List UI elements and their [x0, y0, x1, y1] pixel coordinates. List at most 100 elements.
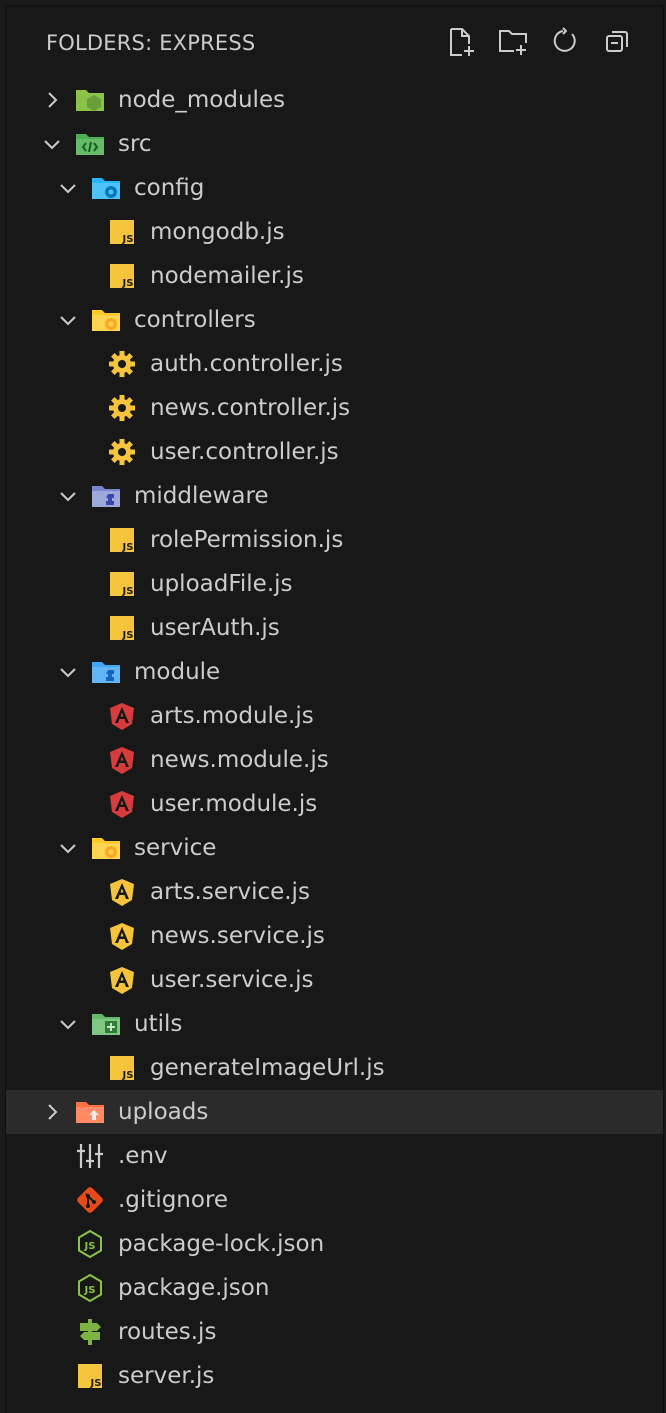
explorer-header: FOLDERS: EXPRESS: [6, 6, 663, 82]
tree-item-label: rolePermission.js: [150, 527, 344, 553]
tree-folder-row[interactable]: service: [6, 826, 663, 870]
tree-item-label: controllers: [134, 307, 256, 333]
tree-file-row[interactable]: .gitignore: [6, 1178, 663, 1222]
file-explorer: FOLDERS: EXPRESS node_modules src config…: [6, 6, 663, 1413]
tree-item-label: .env: [118, 1143, 168, 1169]
tree-file-row[interactable]: JS package-lock.json: [6, 1222, 663, 1266]
chevron-down-icon[interactable]: [58, 310, 78, 330]
chevron-right-icon[interactable]: [42, 90, 62, 110]
tree-file-row[interactable]: user.service.js: [6, 958, 663, 1002]
tree-item-label: package-lock.json: [118, 1231, 325, 1257]
tree-item-label: arts.module.js: [150, 703, 314, 729]
angular-module-icon: [106, 788, 138, 820]
npm-package-icon: JS: [74, 1272, 106, 1304]
tree-item-label: news.service.js: [150, 923, 325, 949]
tree-item-label: nodemailer.js: [150, 263, 304, 289]
tree-file-row[interactable]: JS uploadFile.js: [6, 562, 663, 606]
tree-item-label: uploads: [118, 1099, 209, 1125]
new-folder-icon[interactable]: [497, 26, 529, 58]
routes-icon: [74, 1316, 106, 1348]
js-icon: JS: [106, 612, 138, 644]
config-folder-icon: [90, 172, 122, 204]
tree-folder-row[interactable]: node_modules: [6, 78, 663, 122]
tree-file-row[interactable]: news.service.js: [6, 914, 663, 958]
chevron-down-icon[interactable]: [42, 134, 62, 154]
collapse-all-icon[interactable]: [601, 26, 633, 58]
tree-file-row[interactable]: auth.controller.js: [6, 342, 663, 386]
svg-text:JS: JS: [122, 542, 134, 553]
tree-item-label: package.json: [118, 1275, 270, 1301]
service-folder-icon: [90, 832, 122, 864]
tree-folder-row[interactable]: controllers: [6, 298, 663, 342]
module-folder-icon: [90, 656, 122, 688]
tree-folder-row[interactable]: utils: [6, 1002, 663, 1046]
tree-folder-row[interactable]: middleware: [6, 474, 663, 518]
tree-file-row[interactable]: JS userAuth.js: [6, 606, 663, 650]
gear-icon: [106, 348, 138, 380]
tree-item-label: server.js: [118, 1363, 215, 1389]
tree-item-label: middleware: [134, 483, 269, 509]
tree-item-label: news.module.js: [150, 747, 329, 773]
file-tree: node_modules src config JS mongodb.js JS nodem…: [6, 78, 663, 1398]
chevron-down-icon[interactable]: [58, 662, 78, 682]
tree-item-label: generateImageUrl.js: [150, 1055, 385, 1081]
js-icon: JS: [106, 1052, 138, 1084]
tree-item-label: arts.service.js: [150, 879, 310, 905]
angular-service-icon: [106, 920, 138, 952]
angular-module-icon: [106, 700, 138, 732]
svg-text:JS: JS: [122, 586, 134, 597]
tree-file-row[interactable]: user.controller.js: [6, 430, 663, 474]
svg-text:JS: JS: [122, 278, 134, 289]
tree-file-row[interactable]: arts.service.js: [6, 870, 663, 914]
explorer-title: FOLDERS: EXPRESS: [46, 31, 256, 55]
svg-text:JS: JS: [122, 630, 134, 641]
tree-file-row[interactable]: JS generateImageUrl.js: [6, 1046, 663, 1090]
tree-item-label: utils: [134, 1011, 183, 1037]
tree-file-row[interactable]: arts.module.js: [6, 694, 663, 738]
tree-folder-row[interactable]: src: [6, 122, 663, 166]
tree-item-label: user.service.js: [150, 967, 314, 993]
chevron-down-icon[interactable]: [58, 178, 78, 198]
svg-text:JS: JS: [84, 1241, 96, 1252]
tree-file-row[interactable]: JS nodemailer.js: [6, 254, 663, 298]
new-file-icon[interactable]: [445, 26, 477, 58]
tree-folder-row[interactable]: config: [6, 166, 663, 210]
svg-text:JS: JS: [122, 234, 134, 245]
tree-file-row[interactable]: user.module.js: [6, 782, 663, 826]
tree-item-label: .gitignore: [118, 1187, 229, 1213]
gear-icon: [106, 436, 138, 468]
chevron-down-icon[interactable]: [58, 1014, 78, 1034]
tree-item-label: uploadFile.js: [150, 571, 293, 597]
tree-item-label: userAuth.js: [150, 615, 280, 641]
gear-icon: [106, 392, 138, 424]
tree-file-row[interactable]: news.controller.js: [6, 386, 663, 430]
tree-folder-row[interactable]: uploads: [6, 1090, 663, 1134]
js-icon: JS: [106, 216, 138, 248]
refresh-icon[interactable]: [549, 26, 581, 58]
tree-item-label: config: [134, 175, 205, 201]
js-icon: JS: [106, 524, 138, 556]
tree-item-label: module: [134, 659, 221, 685]
tree-file-row[interactable]: JS server.js: [6, 1354, 663, 1398]
uploads-folder-icon: [74, 1096, 106, 1128]
tree-file-row[interactable]: JS package.json: [6, 1266, 663, 1310]
tree-file-row[interactable]: JS mongodb.js: [6, 210, 663, 254]
svg-text:JS: JS: [84, 1285, 96, 1296]
tree-folder-row[interactable]: module: [6, 650, 663, 694]
tree-file-row[interactable]: news.module.js: [6, 738, 663, 782]
tree-item-label: routes.js: [118, 1319, 217, 1345]
js-icon: JS: [74, 1360, 106, 1392]
tree-file-row[interactable]: routes.js: [6, 1310, 663, 1354]
chevron-down-icon[interactable]: [58, 838, 78, 858]
chevron-right-icon[interactable]: [42, 1102, 62, 1122]
tree-item-label: src: [118, 131, 152, 157]
git-icon: [74, 1184, 106, 1216]
middleware-folder-icon: [90, 480, 122, 512]
angular-module-icon: [106, 744, 138, 776]
svg-text:JS: JS: [90, 1378, 102, 1389]
utils-folder-icon: [90, 1008, 122, 1040]
node-folder-icon: [74, 84, 106, 116]
chevron-down-icon[interactable]: [58, 486, 78, 506]
tree-file-row[interactable]: JS rolePermission.js: [6, 518, 663, 562]
tree-file-row[interactable]: .env: [6, 1134, 663, 1178]
